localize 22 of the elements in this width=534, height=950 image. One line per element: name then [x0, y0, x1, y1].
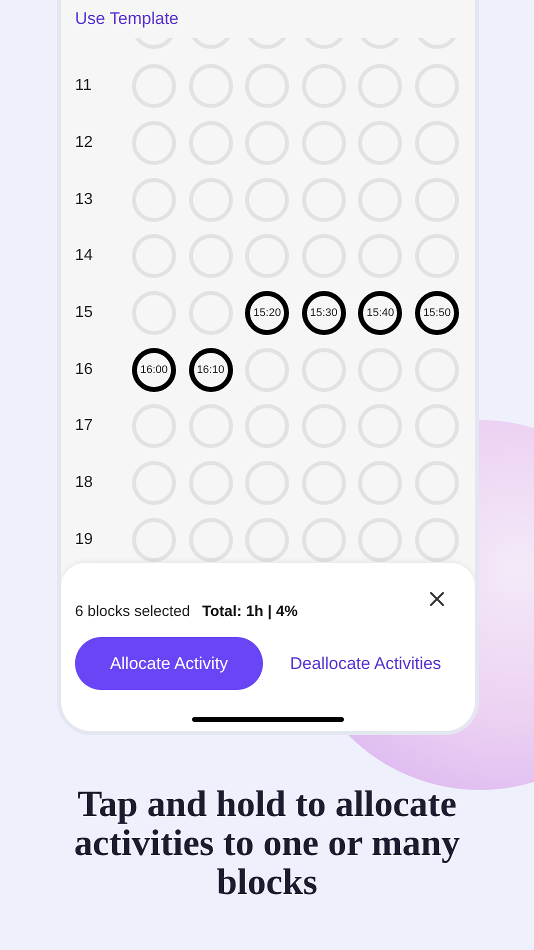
hour-label: 11 [75, 77, 93, 96]
hour-label: 17 [75, 417, 94, 436]
time-block[interactable]: 15:20 [245, 291, 290, 336]
hour-label: 18 [75, 474, 94, 492]
time-block[interactable]: 16:00 [132, 348, 176, 392]
allocate-activity-button[interactable]: Allocate Activity [75, 637, 263, 690]
hour-label: 12 [75, 134, 94, 152]
hour-label: 13 [75, 190, 94, 209]
hour-label: 15 [75, 304, 94, 322]
time-block[interactable]: 16:10 [188, 348, 233, 392]
total-summary: Total: 1h | 4% [202, 603, 298, 620]
hour-label: 19 [75, 530, 94, 549]
selection-count: 6 blocks selected [75, 603, 190, 620]
deallocate-activities-button[interactable]: Deallocate Activities [290, 654, 442, 674]
time-block[interactable]: 15:30 [302, 291, 346, 336]
use-template-link[interactable]: Use Template [75, 9, 179, 29]
time-block[interactable]: 15:40 [358, 291, 402, 336]
hour-label: 14 [75, 247, 94, 266]
hour-label: 16 [75, 360, 94, 379]
caption-heading: Tap and hold to allocate activities to one or many blocks [73, 785, 461, 902]
close-icon[interactable] [429, 591, 445, 608]
time-block[interactable]: 15:50 [414, 291, 459, 336]
